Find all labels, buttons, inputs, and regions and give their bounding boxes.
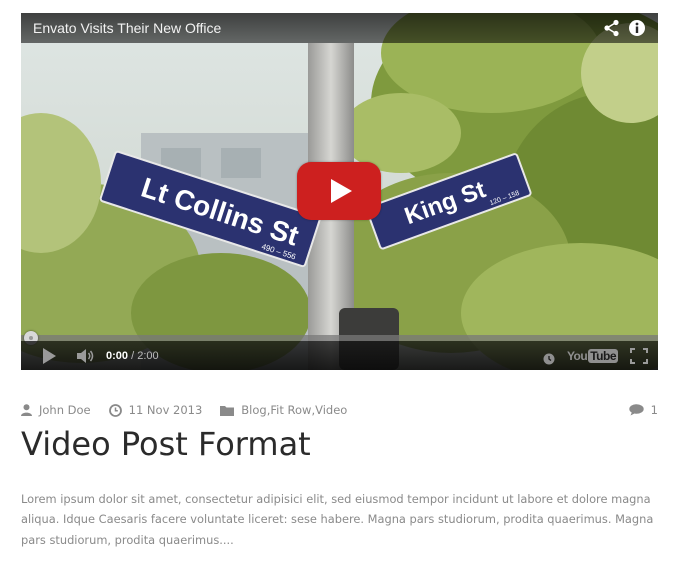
fullscreen-icon[interactable] xyxy=(630,347,648,364)
comment-icon xyxy=(628,404,644,416)
date-text: 11 Nov 2013 xyxy=(128,403,203,417)
author-link[interactable]: John Doe xyxy=(39,403,91,417)
user-icon xyxy=(21,404,32,416)
share-icon[interactable] xyxy=(603,19,621,37)
folder-icon xyxy=(220,405,235,416)
category-link[interactable]: Video xyxy=(315,403,347,417)
category-link[interactable]: Blog xyxy=(241,403,266,417)
play-button[interactable] xyxy=(297,162,381,220)
post-comments[interactable]: 1 xyxy=(628,403,658,417)
duration: 2:00 xyxy=(137,349,159,362)
player-controls: 0:00 / 2:00 You Tube xyxy=(21,341,658,370)
post-author: John Doe xyxy=(21,403,91,417)
youtube-logo[interactable]: You Tube xyxy=(567,348,618,363)
comment-count[interactable]: 1 xyxy=(651,403,658,417)
post-title[interactable]: Video Post Format xyxy=(21,425,311,463)
clock-icon[interactable] xyxy=(543,350,555,364)
clock-icon xyxy=(108,403,122,417)
category-link[interactable]: Fit Row xyxy=(270,403,311,417)
current-time: 0:00 xyxy=(106,349,129,362)
info-icon[interactable] xyxy=(628,19,646,37)
video-title-bar: Envato Visits Their New Office xyxy=(21,13,658,43)
post-date: 11 Nov 2013 xyxy=(108,403,203,417)
time-display: 0:00 / 2:00 xyxy=(106,350,159,362)
volume-icon[interactable] xyxy=(76,348,96,364)
post-excerpt: Lorem ipsum dolor sit amet, consectetur … xyxy=(21,492,654,547)
post-categories: Blog, Fit Row, Video xyxy=(220,403,347,417)
video-player[interactable]: Lt Collins St 490 – 556 King St 120 – 15… xyxy=(21,13,658,370)
post-meta: John Doe 11 Nov 2013 Blog, Fit Row, Vide… xyxy=(21,401,658,419)
play-icon[interactable] xyxy=(43,347,56,364)
time-separator: / xyxy=(128,349,138,362)
video-title[interactable]: Envato Visits Their New Office xyxy=(33,20,596,36)
